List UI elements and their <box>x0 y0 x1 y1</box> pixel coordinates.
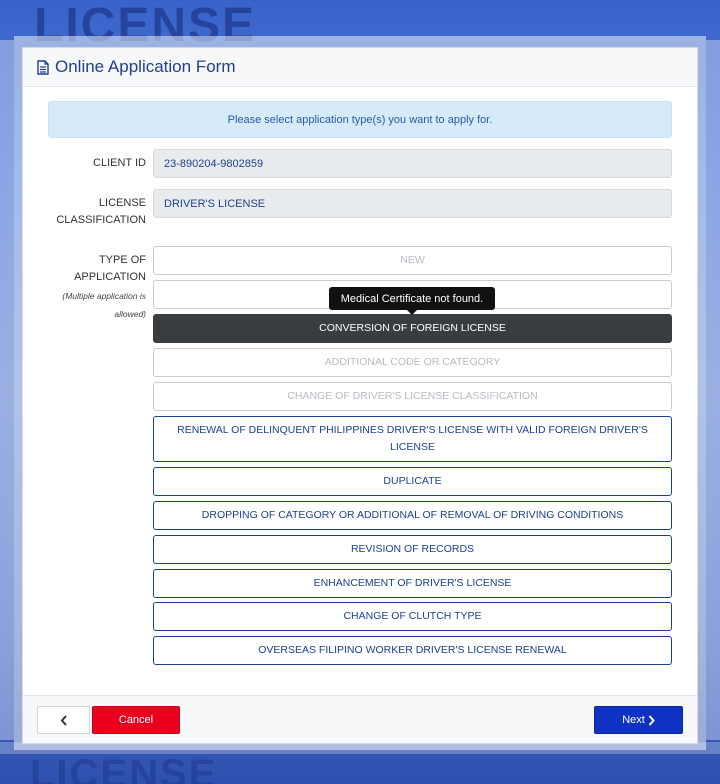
option-enhancement-of-license[interactable]: ENHANCEMENT OF DRIVER'S LICENSE <box>153 569 672 598</box>
option-dropping-of-category[interactable]: DROPPING OF CATEGORY OR ADDITIONAL OF RE… <box>153 501 672 530</box>
next-button-label: Next <box>622 714 645 726</box>
medical-certificate-tooltip: Medical Certificate not found. <box>329 287 495 315</box>
panel-header: Online Application Form <box>23 48 697 87</box>
background-left-strip <box>0 40 14 740</box>
multiple-application-note-2: allowed) <box>114 309 146 319</box>
multiple-application-note-1: (Multiple application is <box>62 291 146 301</box>
client-id-field: 23-890204-9802859 <box>153 149 672 178</box>
info-banner: Please select application type(s) you wa… <box>48 101 672 138</box>
option-ofw-license-renewal[interactable]: OVERSEAS FILIPINO WORKER DRIVER'S LICENS… <box>153 636 672 665</box>
option-conversion-of-foreign-license[interactable]: CONVERSION OF FOREIGN LICENSE <box>153 314 672 343</box>
option-duplicate[interactable]: DUPLICATE <box>153 467 672 496</box>
option-change-of-classification: CHANGE OF DRIVER'S LICENSE CLASSIFICATIO… <box>153 382 672 411</box>
page-title: Online Application Form <box>55 57 236 76</box>
option-renewal-of-delinquent-license[interactable]: RENEWAL OF DELINQUENT PHILIPPINES DRIVER… <box>153 416 672 462</box>
option-additional-code-or-category: ADDITIONAL CODE OR CATEGORY <box>153 348 672 377</box>
type-of-application-label-2: APPLICATION <box>74 271 146 283</box>
license-classification-label-2: CLASSIFICATION <box>56 214 146 226</box>
application-form-panel: Online Application Form Please select ap… <box>22 47 698 744</box>
cancel-button-label: Cancel <box>118 714 154 726</box>
back-button[interactable] <box>37 706 90 734</box>
form-footer: Cancel Next <box>23 695 697 743</box>
background-right-strip <box>706 40 720 740</box>
option-change-of-clutch-type[interactable]: CHANGE OF CLUTCH TYPE <box>153 602 672 631</box>
license-classification-field: DRIVER'S LICENSE <box>153 189 672 218</box>
option-revision-of-records[interactable]: REVISION OF RECORDS <box>153 535 672 564</box>
client-id-label: CLIENT ID <box>93 157 146 169</box>
background-footer-text: LICENSE <box>30 752 218 784</box>
license-classification-label-1: LICENSE <box>98 197 146 209</box>
chevron-right-icon <box>648 714 655 726</box>
cancel-button[interactable]: Cancel <box>92 706 180 734</box>
option-new: NEW <box>153 246 672 275</box>
file-text-icon <box>37 59 49 75</box>
type-of-application-label-1: TYPE OF <box>98 254 146 266</box>
chevron-left-icon <box>60 714 67 726</box>
next-button[interactable]: Next <box>594 706 683 734</box>
